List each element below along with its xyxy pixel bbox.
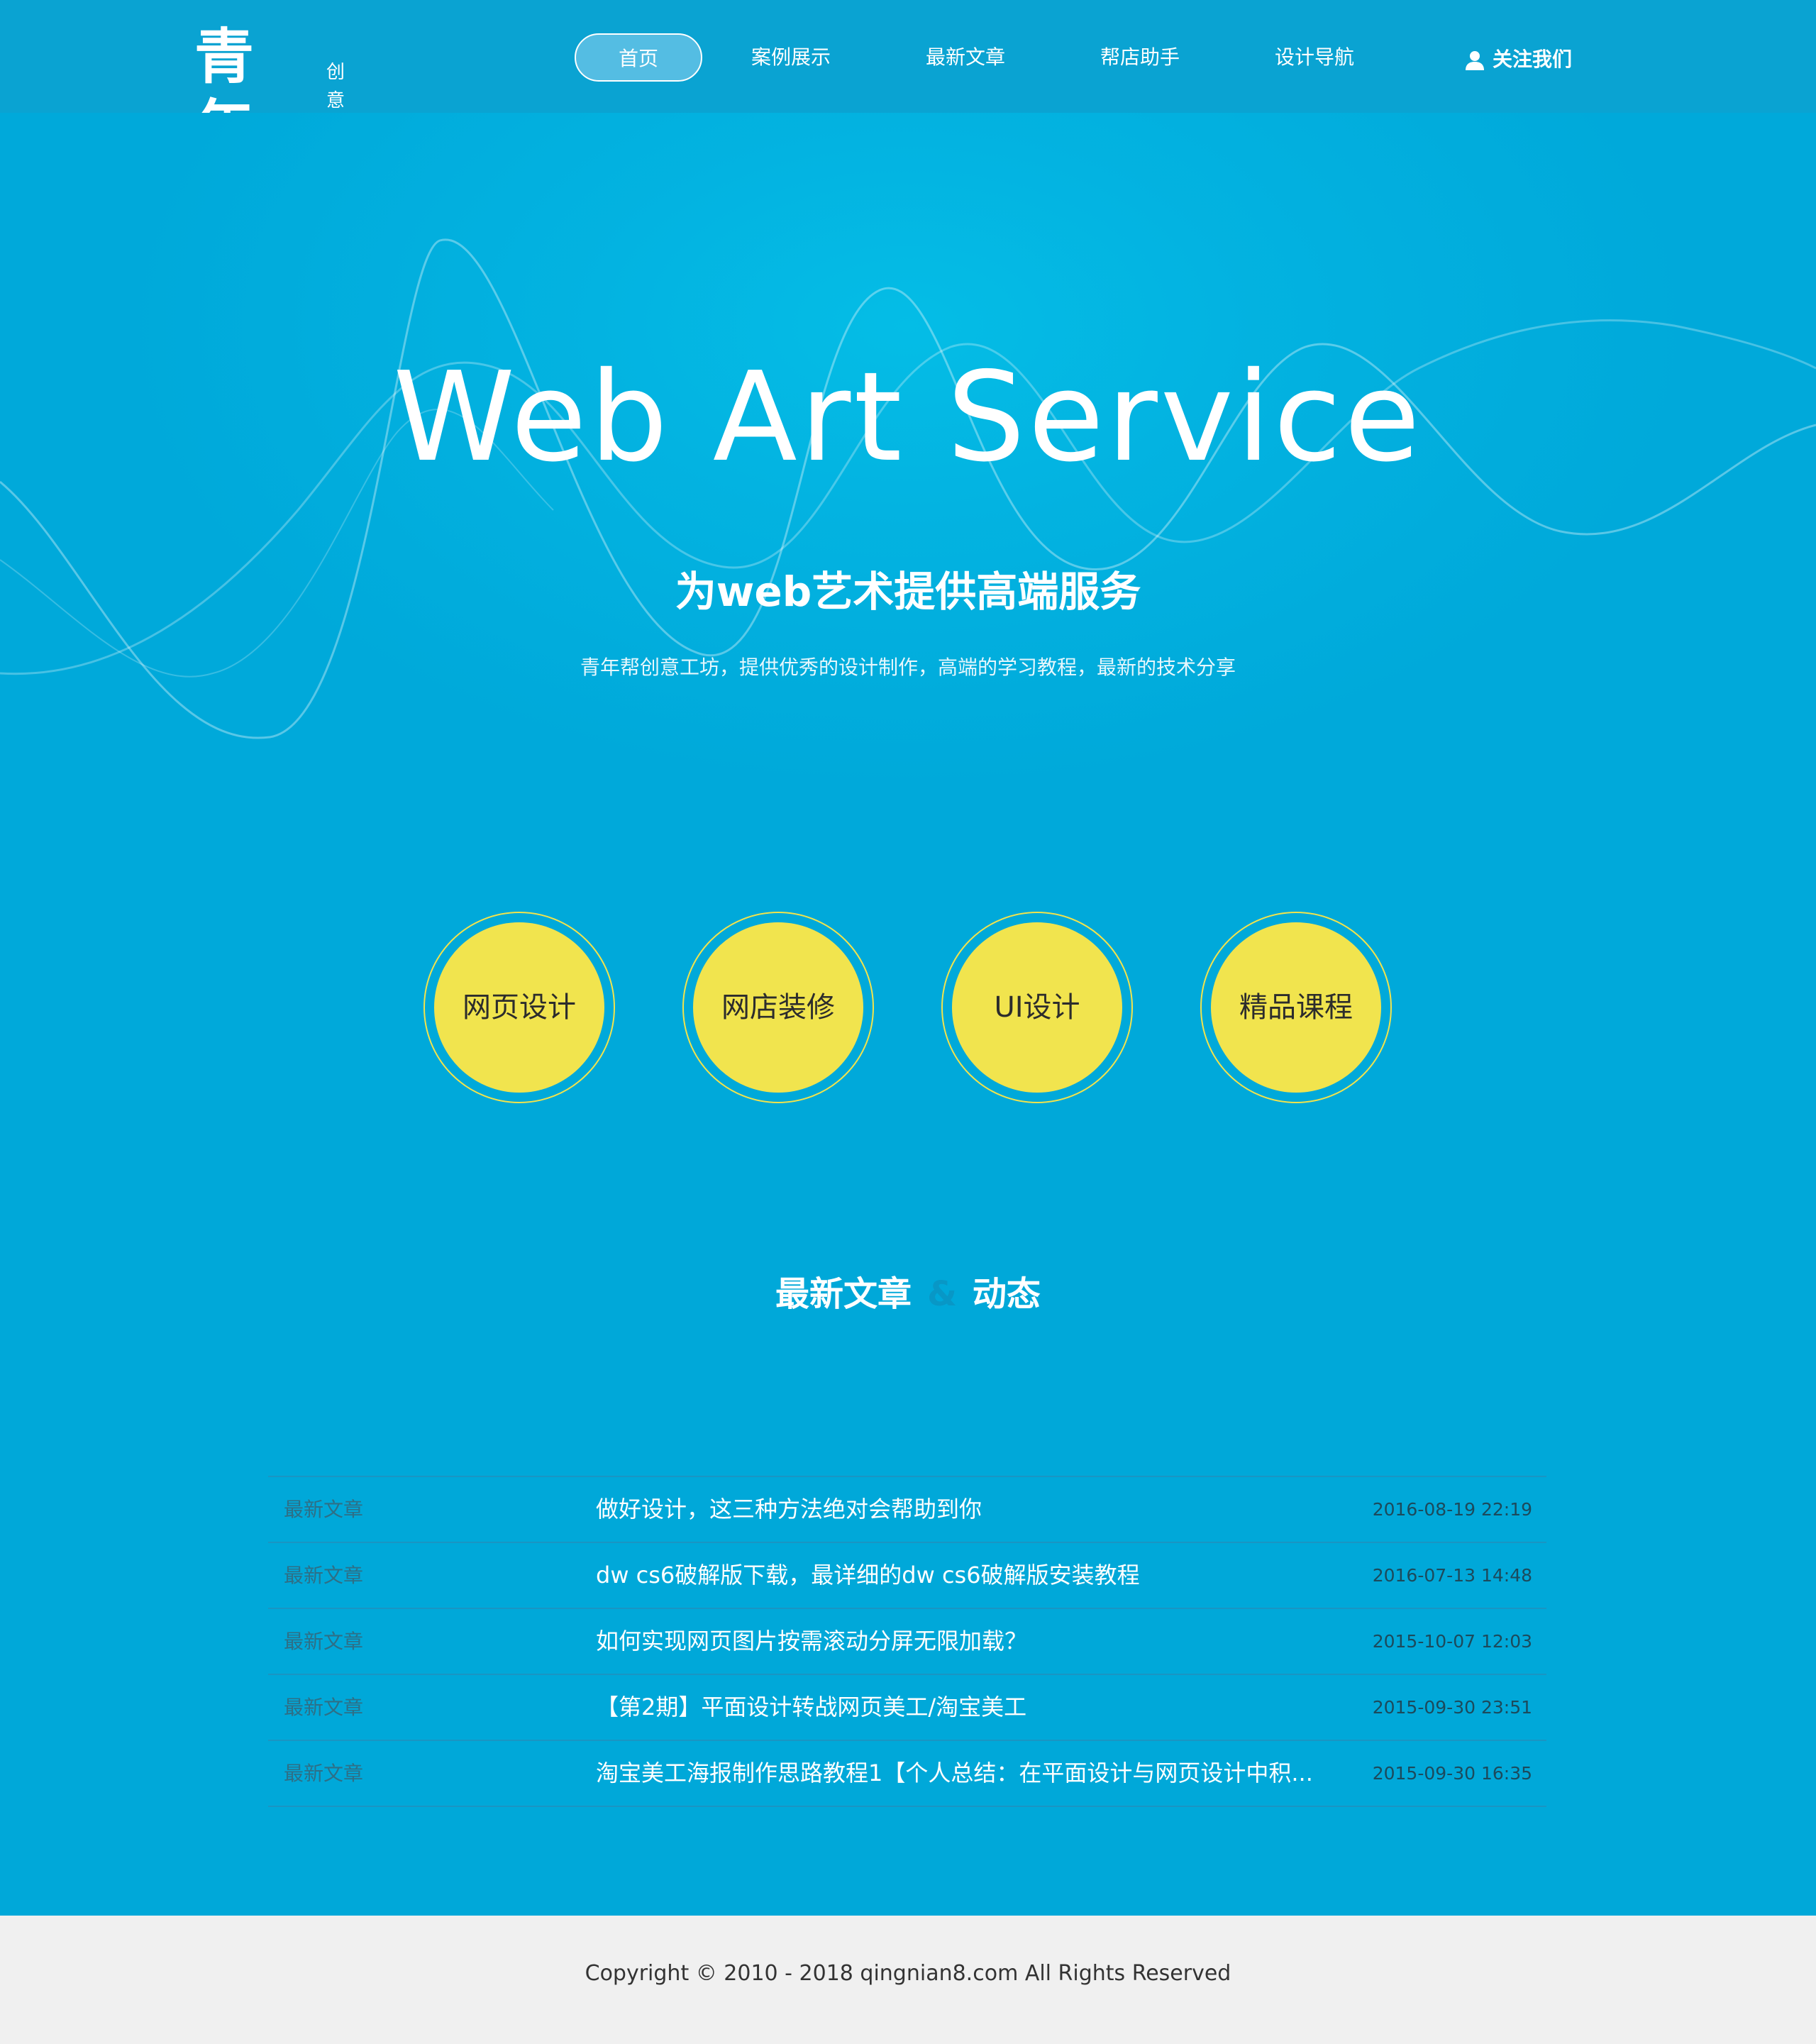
nav-item-articles[interactable]: 最新文章 (905, 33, 1026, 82)
nav-item-cases[interactable]: 案例展示 (731, 33, 851, 82)
service-web-design[interactable]: 网页设计 (423, 912, 615, 1103)
article-date: 2016-07-13 14:48 (1372, 1565, 1532, 1586)
article-category[interactable]: 最新文章 (284, 1609, 363, 1674)
article-date: 2015-09-30 16:35 (1372, 1763, 1532, 1784)
page: 青年帮 创意工坊 首页 案例展示 最新文章 帮店助手 设计导航 关注我们 Web… (0, 0, 1816, 2044)
nav-item-shop-helper[interactable]: 帮店助手 (1080, 33, 1200, 82)
article-date: 2016-08-19 22:19 (1372, 1499, 1532, 1520)
article-category[interactable]: 最新文章 (284, 1477, 363, 1542)
article-row[interactable]: 最新文章 淘宝美工海报制作思路教程1【个人总结：在平面设计与网页设计中积... … (268, 1740, 1546, 1807)
article-title[interactable]: 做好设计，这三种方法绝对会帮助到你 (596, 1477, 982, 1542)
article-row[interactable]: 最新文章 如何实现网页图片按需滚动分屏无限加载？ 2015-10-07 12:0… (268, 1608, 1546, 1674)
articles-section-title: 最新文章 & 动态 (0, 1269, 1816, 1320)
service-ui-design[interactable]: UI设计 (941, 912, 1133, 1103)
article-category[interactable]: 最新文章 (284, 1543, 363, 1608)
article-date: 2015-09-30 23:51 (1372, 1697, 1532, 1718)
service-label: 网店装修 (693, 922, 863, 1093)
service-label: UI设计 (952, 922, 1122, 1093)
site-footer: Copyright © 2010 - 2018 qingnian8.com Al… (0, 1916, 1816, 2044)
hero-title: Web Art Service (393, 346, 1423, 490)
article-category[interactable]: 最新文章 (284, 1675, 363, 1740)
hero-description: 青年帮创意工坊，提供优秀的设计制作，高端的学习教程，最新的技术分享 (580, 656, 1236, 679)
site-header: 青年帮 创意工坊 首页 案例展示 最新文章 帮店助手 设计导航 关注我们 (0, 0, 1816, 233)
service-shop-decoration[interactable]: 网店装修 (682, 912, 874, 1103)
nav-item-design-nav[interactable]: 设计导航 (1254, 33, 1375, 82)
article-date: 2015-10-07 12:03 (1372, 1631, 1532, 1652)
hero-subtitle: 为web艺术提供高端服务 (675, 568, 1141, 616)
nav-item-home[interactable]: 首页 (575, 33, 702, 82)
article-row[interactable]: 最新文章 【第2期】平面设计转战网页美工/淘宝美工 2015-09-30 23:… (268, 1674, 1546, 1740)
service-label: 网页设计 (434, 922, 604, 1093)
article-title[interactable]: dw cs6破解版下载，最详细的dw cs6破解版安装教程 (596, 1543, 1140, 1608)
article-row[interactable]: 最新文章 dw cs6破解版下载，最详细的dw cs6破解版安装教程 2016-… (268, 1542, 1546, 1608)
article-category[interactable]: 最新文章 (284, 1741, 363, 1806)
article-title[interactable]: 【第2期】平面设计转战网页美工/淘宝美工 (596, 1675, 1026, 1740)
articles-title-amp: & (927, 1274, 957, 1314)
service-courses[interactable]: 精品课程 (1200, 912, 1392, 1103)
article-title[interactable]: 如何实现网页图片按需滚动分屏无限加载？ (596, 1609, 1027, 1674)
articles-title-left: 最新文章 (775, 1274, 912, 1314)
article-title[interactable]: 淘宝美工海报制作思路教程1【个人总结：在平面设计与网页设计中积... (596, 1741, 1313, 1806)
copyright-text: Copyright © 2010 - 2018 qingnian8.com Al… (585, 1961, 1231, 1986)
follow-us-label: 关注我们 (1493, 48, 1573, 71)
article-list: 最新文章 做好设计，这三种方法绝对会帮助到你 2016-08-19 22:19 … (268, 1476, 1546, 1807)
service-label: 精品课程 (1211, 922, 1381, 1093)
article-row[interactable]: 最新文章 做好设计，这三种方法绝对会帮助到你 2016-08-19 22:19 (268, 1476, 1546, 1542)
user-icon (1466, 51, 1484, 70)
hero-section: Web Art Service 为web艺术提供高端服务 青年帮创意工坊，提供优… (0, 113, 1816, 1103)
articles-title-right: 动态 (972, 1274, 1041, 1314)
